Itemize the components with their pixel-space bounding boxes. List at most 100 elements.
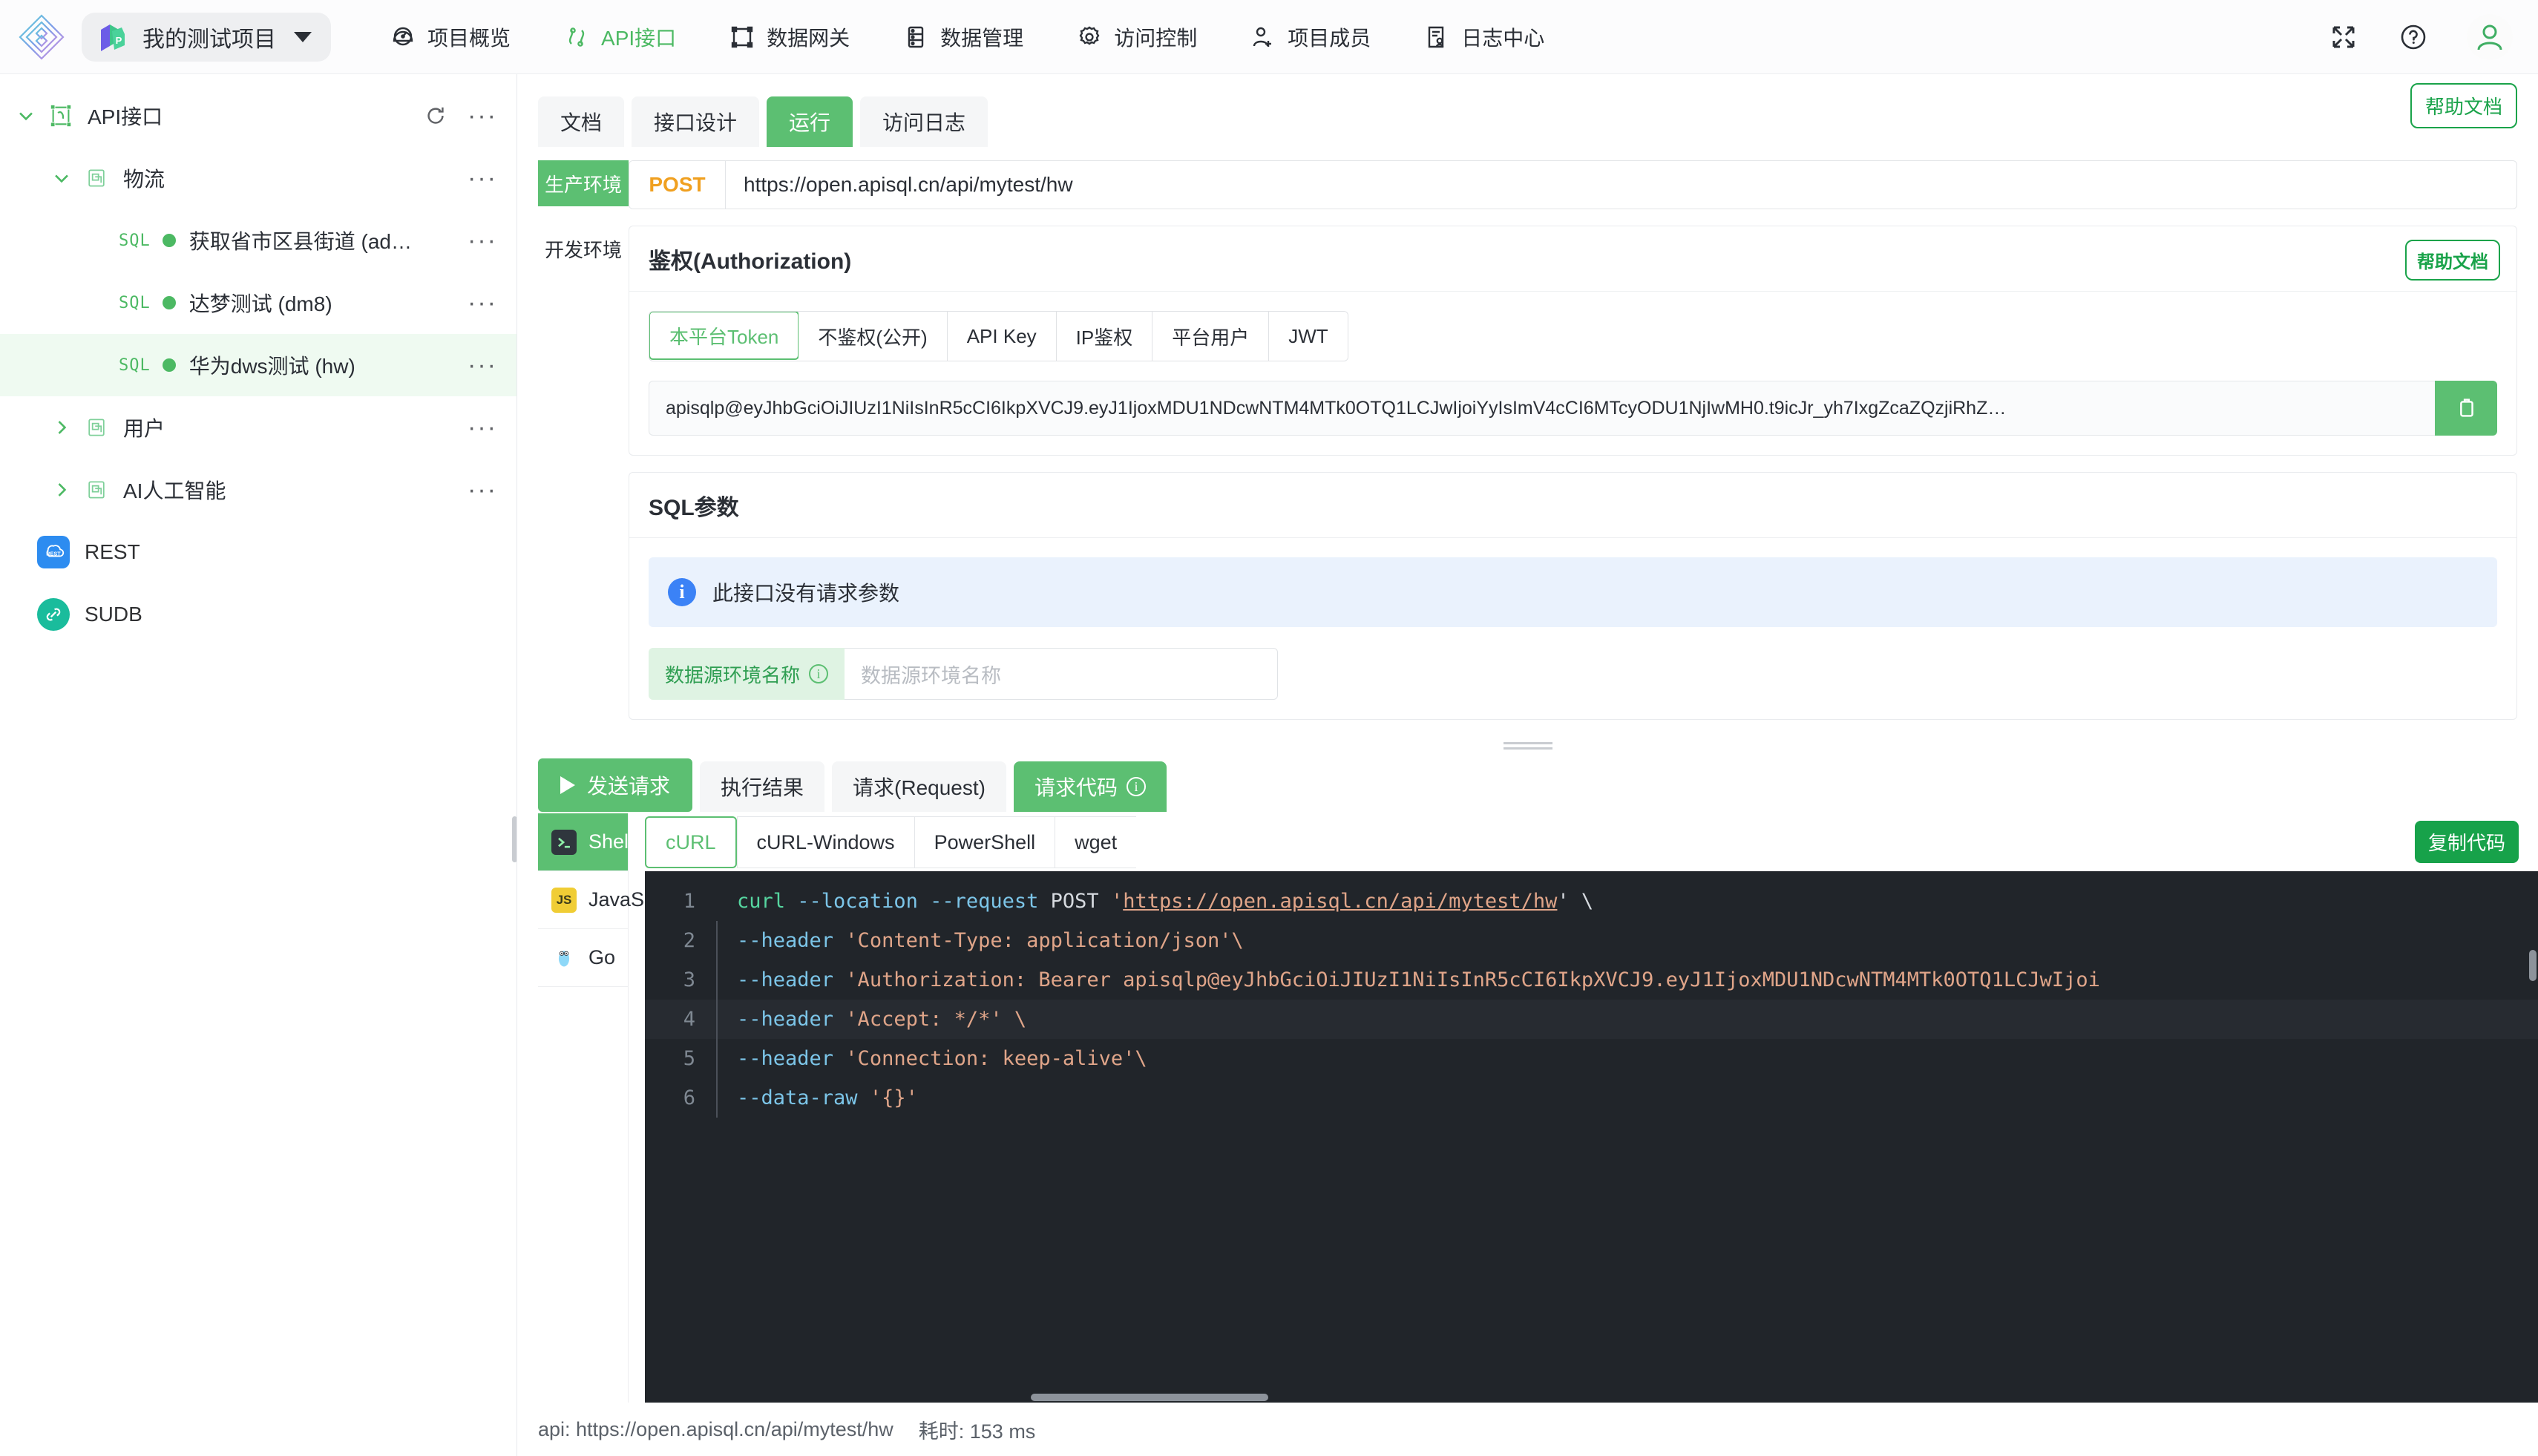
api-icon (564, 24, 589, 50)
nav-item-logs[interactable]: 日志中心 (1397, 0, 1571, 74)
code-tab-wget[interactable]: wget (1055, 816, 1137, 868)
nav-item-api[interactable]: API接口 (537, 0, 703, 74)
sidebar-group-more-button[interactable]: ··· (468, 165, 497, 191)
nav-item-data[interactable]: 数据管理 (876, 0, 1050, 74)
auth-tab-platform-user[interactable]: 平台用户 (1152, 312, 1270, 361)
language-label: Go (588, 946, 616, 968)
code-tab-curl[interactable]: cURL (645, 816, 737, 868)
no-params-text: 此接口没有请求参数 (712, 582, 900, 605)
language-go[interactable]: Go (538, 929, 628, 987)
avatar[interactable] (2467, 13, 2513, 60)
auth-tab-ip[interactable]: IP鉴权 (1056, 312, 1153, 361)
sidebar-item-more-button[interactable]: ··· (468, 290, 497, 315)
sidebar-group-label: 物流 (123, 168, 165, 191)
info-circle-icon[interactable]: i (809, 664, 829, 683)
auth-tab-platform-token[interactable]: 本平台Token (649, 312, 800, 360)
chevron-down-icon[interactable] (49, 165, 74, 191)
auth-tab-jwt[interactable]: JWT (1269, 312, 1348, 361)
question-circle-icon[interactable] (2397, 21, 2430, 53)
sidebar-group-more-button[interactable]: ··· (468, 415, 497, 440)
auth-tab-no-auth[interactable]: 不鉴权(公开) (799, 312, 948, 361)
tab-run[interactable]: 运行 (767, 96, 853, 147)
code-text: --header 'Content-Type: application/json… (737, 921, 1244, 960)
tab-doc[interactable]: 文档 (538, 96, 625, 147)
help-doc-button-top[interactable]: 帮助文档 (2410, 83, 2517, 128)
sidebar-api-item[interactable]: SQL 获取省市区县街道 (ad… ··· (0, 209, 517, 272)
code-vertical-scrollbar[interactable] (2529, 950, 2537, 981)
language-javascript[interactable]: JS JavaScript (538, 871, 682, 929)
language-shell[interactable]: Shell (538, 813, 633, 871)
nav-item-overview[interactable]: 项目概览 (364, 0, 537, 74)
code-line: 5 --header 'Connection: keep-alive'\ (645, 1039, 2538, 1078)
sidebar-group-ai[interactable]: AI人工智能 ··· (0, 459, 517, 521)
tab-request[interactable]: 请求(Request) (832, 761, 1006, 812)
code-tab-curl-windows[interactable]: cURL-Windows (736, 816, 914, 868)
sql-params-title-row: SQL参数 (629, 473, 2516, 538)
app-root: P 我的测试项目 项目概览 API接口 数据网关 数据管理 访问控制 项目成员 … (0, 0, 2538, 1456)
sidebar-group-wuliu[interactable]: 物流 ··· (0, 147, 517, 209)
main-content: 文档 接口设计 运行 访问日志 帮助文档 生产环境 开发环境 POST http… (517, 74, 2538, 1456)
refresh-icon[interactable] (423, 103, 448, 128)
code-line: 3 --header 'Authorization: Bearer apisql… (645, 960, 2538, 1000)
panel-splitter[interactable] (517, 733, 2538, 758)
sidebar-item-more-button[interactable]: ··· (468, 228, 497, 253)
sidebar-api-item-selected[interactable]: SQL 华为dws测试 (hw) ··· (0, 334, 517, 396)
sidebar-root-more-button[interactable]: ··· (468, 103, 497, 128)
sidebar-group-more-button[interactable]: ··· (468, 477, 497, 502)
auth-tab-api-key[interactable]: API Key (947, 312, 1057, 361)
code-column: cURL cURL-Windows PowerShell wget 复制代码 1… (629, 813, 2538, 1403)
dashboard-icon (390, 24, 416, 50)
sidebar-api-item[interactable]: SQL 达梦测试 (dm8) ··· (0, 272, 517, 334)
svg-text:P: P (116, 35, 122, 46)
terminal-icon (551, 829, 577, 855)
chevron-right-icon[interactable] (49, 415, 74, 440)
nav-item-access-control[interactable]: 访问控制 (1050, 0, 1224, 74)
send-request-label: 发送请求 (587, 775, 671, 798)
http-method-label: POST (629, 161, 726, 209)
send-request-button[interactable]: 发送请求 (538, 758, 693, 812)
sidebar-scrollbar[interactable] (512, 816, 517, 862)
sidebar-item-sudb[interactable]: SUDB (0, 583, 517, 646)
database-icon (903, 24, 928, 50)
brand-logo-icon[interactable] (18, 13, 65, 61)
fullscreen-icon[interactable] (2327, 21, 2360, 53)
code-format-tabs: cURL cURL-Windows PowerShell wget 复制代码 (645, 813, 2538, 871)
chevron-down-icon[interactable] (13, 103, 39, 128)
rest-icon: REST (37, 536, 70, 568)
code-indent-guide (716, 1000, 718, 1039)
env-production-button[interactable]: 生产环境 (538, 160, 629, 206)
code-zone: Shell JS JavaScript Go cURL cURL-Windows… (517, 813, 2538, 1403)
env-development-button[interactable]: 开发环境 (538, 226, 629, 272)
status-dot-online (162, 358, 176, 372)
code-token-str: 'Authorization: Bearer apisqlp@eyJhbGciO… (833, 968, 2100, 991)
code-token-url[interactable]: https://open.apisql.cn/api/mytest/hw (1123, 890, 1557, 913)
code-line: 1 curl --location --request POST 'https:… (645, 882, 2538, 921)
datasource-env-input[interactable]: 数据源环境名称 (845, 648, 1278, 700)
tab-design[interactable]: 接口设计 (632, 96, 760, 147)
copy-token-button[interactable] (2435, 381, 2497, 436)
code-tab-powershell[interactable]: PowerShell (914, 816, 1055, 868)
tab-access-log[interactable]: 访问日志 (860, 96, 988, 147)
sidebar-group-user[interactable]: 用户 ··· (0, 396, 517, 459)
code-horizontal-scrollbar[interactable] (1031, 1394, 1268, 1401)
help-doc-button-auth[interactable]: 帮助文档 (2405, 240, 2500, 281)
info-icon: i (668, 578, 696, 606)
tab-request-code[interactable]: 请求代码 i (1013, 761, 1167, 812)
sidebar-api-label: 华为dws测试 (hw) (188, 355, 355, 378)
nav-item-members[interactable]: 项目成员 (1224, 0, 1397, 74)
sidebar-item-rest[interactable]: REST REST (0, 521, 517, 583)
nav-item-gateway[interactable]: 数据网关 (703, 0, 876, 74)
sidebar: API接口 ··· 物流 ··· SQL 获取省市区县街道 (ad… ··· S… (0, 74, 517, 1456)
sidebar-root-api[interactable]: API接口 ··· (0, 85, 517, 147)
project-selector[interactable]: P 我的测试项目 (82, 12, 331, 62)
request-url-input[interactable]: https://open.apisql.cn/api/mytest/hw (726, 161, 2516, 209)
chevron-right-icon[interactable] (49, 477, 74, 502)
token-input[interactable]: apisqlp@eyJhbGciOiJIUzI1NiIsInR5cCI6IkpX… (649, 381, 2435, 436)
code-viewer[interactable]: 1 curl --location --request POST 'https:… (645, 871, 2538, 1403)
info-circle-icon[interactable]: i (1127, 777, 1146, 796)
sidebar-item-more-button[interactable]: ··· (468, 352, 497, 378)
tab-execute-result[interactable]: 执行结果 (700, 761, 825, 812)
copy-code-button[interactable]: 复制代码 (2414, 821, 2519, 863)
chevron-down-icon[interactable] (294, 31, 312, 42)
status-elapsed-time: 耗时: 153 ms (918, 1420, 1036, 1443)
